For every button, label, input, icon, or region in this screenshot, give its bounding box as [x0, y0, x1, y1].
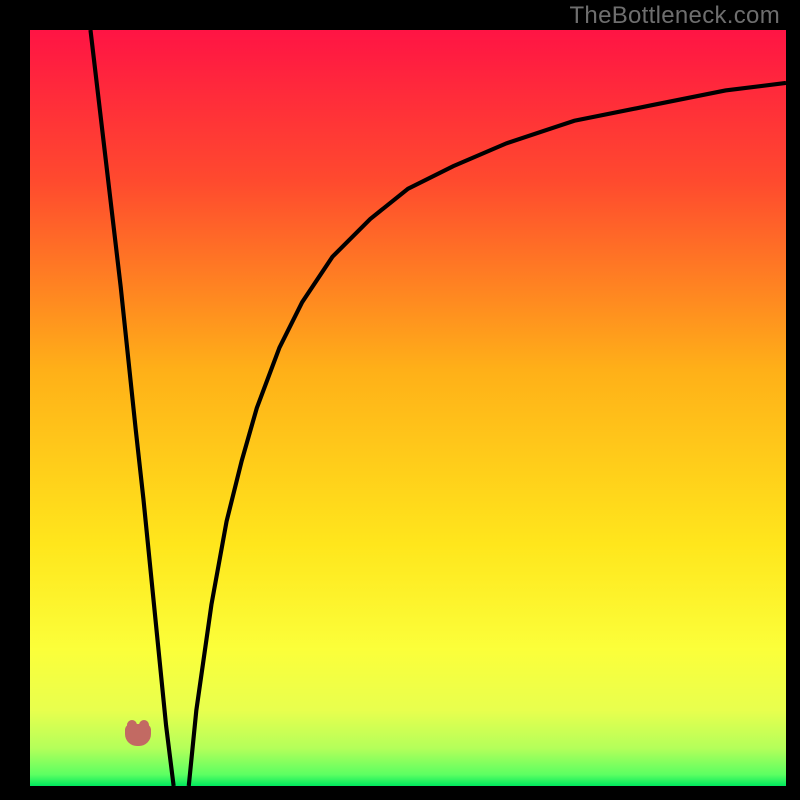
chart-frame: TheBottleneck.com [0, 0, 800, 800]
curve-right-branch [189, 83, 786, 786]
curve-left-branch [90, 30, 173, 786]
optimum-marker-icon [125, 724, 151, 746]
bottleneck-curve [30, 30, 786, 786]
plot-area [30, 30, 786, 786]
watermark-text: TheBottleneck.com [569, 2, 780, 30]
